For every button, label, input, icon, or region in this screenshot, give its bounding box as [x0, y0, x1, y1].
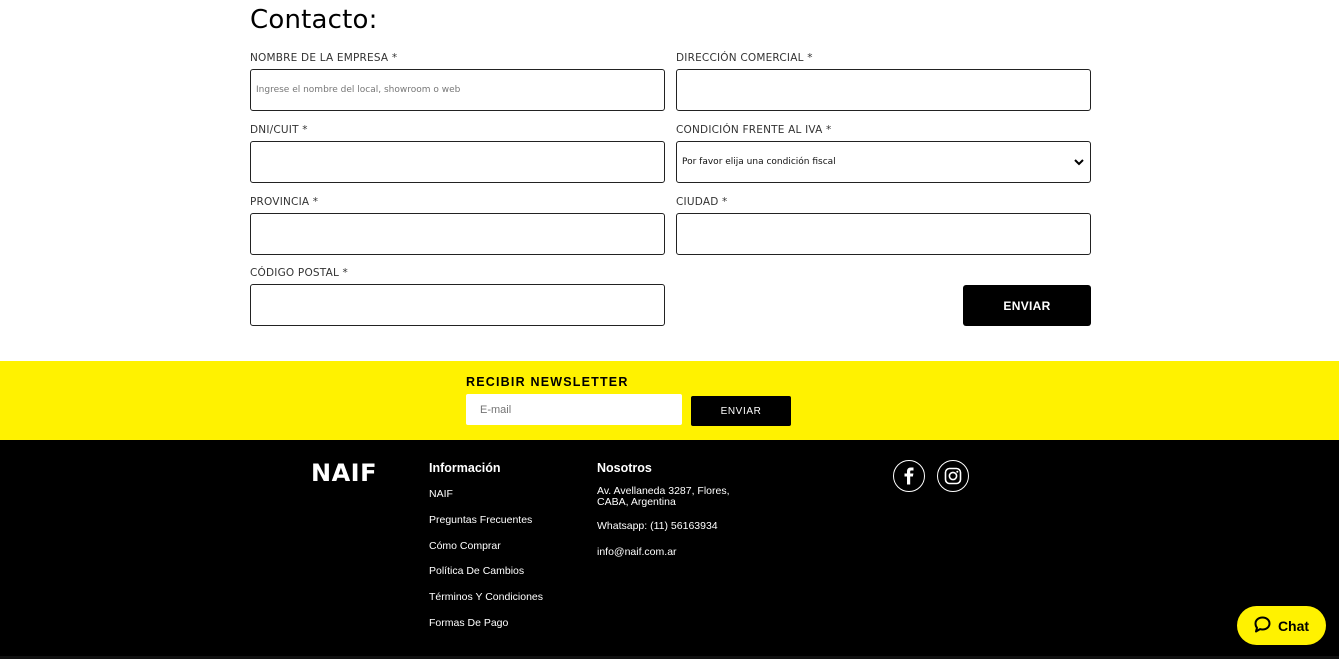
newsletter-submit-button[interactable]: ENVIAR: [691, 396, 791, 426]
iva-selected-value: Por favor elija una condición fiscal: [682, 157, 836, 167]
empresa-input[interactable]: [250, 69, 665, 111]
iva-label: CONDICIÓN FRENTE AL IVA *: [676, 124, 832, 136]
provincia-label: PROVINCIA *: [250, 196, 319, 208]
field-dni: DNI/CUIT *: [250, 124, 665, 183]
newsletter-title: RECIBIR NEWSLETTER: [466, 375, 629, 389]
direccion-label: DIRECCIÓN COMERCIAL *: [676, 52, 813, 64]
ciudad-label: CIUDAD *: [676, 196, 728, 208]
field-provincia: PROVINCIA *: [250, 196, 665, 255]
newsletter-band: RECIBIR NEWSLETTER ENVIAR: [0, 361, 1339, 440]
chat-label: Chat: [1277, 617, 1310, 634]
footer: NAIF Información NAIF Preguntas Frecuent…: [0, 440, 1339, 659]
iva-select[interactable]: Por favor elija una condición fiscal: [676, 141, 1091, 183]
field-iva: CONDICIÓN FRENTE AL IVA * Por favor elij…: [676, 124, 1091, 183]
field-postal: CÓDIGO POSTAL *: [250, 267, 665, 326]
field-direccion: DIRECCIÓN COMERCIAL *: [676, 52, 1091, 111]
provincia-input[interactable]: [250, 213, 665, 255]
footer-link-cambios[interactable]: Política De Cambios: [429, 565, 524, 577]
dni-label: DNI/CUIT *: [250, 124, 308, 136]
naif-logo[interactable]: NAIF: [311, 459, 377, 487]
contact-form: Contacto: NOMBRE DE LA EMPRESA * DIRECCI…: [250, 0, 1091, 361]
direccion-input[interactable]: [676, 69, 1091, 111]
footer-link-terminos[interactable]: Términos Y Condiciones: [429, 591, 543, 603]
chat-bubble-icon: [1254, 616, 1271, 636]
whatsapp-link[interactable]: Whatsapp: (11) 56163934: [597, 520, 718, 532]
chat-button[interactable]: Chat: [1237, 606, 1326, 645]
dni-input[interactable]: [250, 141, 665, 183]
postal-label: CÓDIGO POSTAL *: [250, 267, 348, 279]
ciudad-input[interactable]: [676, 213, 1091, 255]
info-column-title: Información: [429, 461, 501, 475]
form-title: Contacto:: [250, 5, 378, 35]
field-empresa: NOMBRE DE LA EMPRESA *: [250, 52, 665, 111]
chevron-down-icon: [1073, 156, 1085, 168]
empresa-label: NOMBRE DE LA EMPRESA *: [250, 52, 398, 64]
instagram-icon[interactable]: [937, 460, 969, 492]
submit-button[interactable]: ENVIAR: [963, 285, 1091, 326]
footer-link-pago[interactable]: Formas De Pago: [429, 617, 508, 629]
facebook-icon[interactable]: [893, 460, 925, 492]
nosotros-column-title: Nosotros: [597, 461, 652, 475]
address: Av. Avellaneda 3287, Flores, CABA, Argen…: [597, 486, 747, 508]
footer-link-como-comprar[interactable]: Cómo Comprar: [429, 540, 501, 552]
address-line-2: CABA, Argentina: [597, 496, 676, 508]
newsletter-email-input[interactable]: [466, 394, 682, 425]
postal-input[interactable]: [250, 284, 665, 326]
email-link[interactable]: info@naif.com.ar: [597, 546, 677, 558]
footer-link-naif[interactable]: NAIF: [429, 488, 453, 500]
field-ciudad: CIUDAD *: [676, 196, 1091, 255]
footer-link-faq[interactable]: Preguntas Frecuentes: [429, 514, 532, 526]
